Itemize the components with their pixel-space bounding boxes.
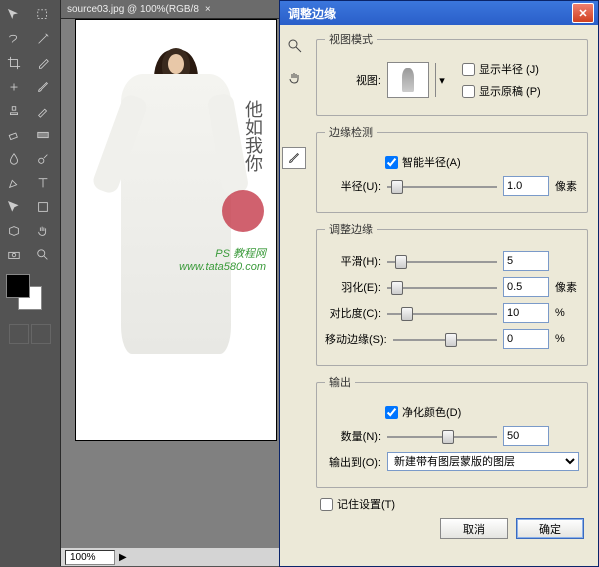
lasso-tool[interactable] — [2, 28, 26, 50]
remember-check[interactable]: 记住设置(T) — [320, 496, 395, 512]
edge-detect-group: 边缘检测 智能半径(A) 半径(U): 像素 — [316, 124, 588, 213]
amount-input[interactable] — [503, 426, 549, 446]
3d-tool[interactable] — [2, 220, 26, 242]
zoom-input[interactable]: 100% — [65, 550, 115, 565]
shift-label: 移动边缘(S): — [325, 331, 387, 347]
zoom-icon[interactable] — [286, 37, 304, 55]
view-mode-group: 视图模式 视图: ▾ 显示半径 (J) 显示原稿 (P) — [316, 31, 588, 116]
contrast-input[interactable] — [503, 303, 549, 323]
radius-input[interactable] — [503, 176, 549, 196]
amount-slider[interactable] — [387, 429, 497, 443]
image-canvas: 他如我你 PS 教程网 www.tata580.com — [75, 19, 277, 441]
show-radius-check[interactable]: 显示半径 (J) — [462, 61, 541, 77]
output-to-select[interactable]: 新建带有图层蒙版的图层 — [387, 452, 579, 471]
output-to-label: 输出到(O): — [325, 454, 381, 470]
feather-input[interactable] — [503, 277, 549, 297]
view-menu-button[interactable]: ▾ — [435, 63, 448, 97]
shift-slider[interactable] — [393, 332, 497, 346]
blur-tool[interactable] — [2, 148, 26, 170]
feather-unit: 像素 — [555, 279, 579, 295]
view-mode-legend: 视图模式 — [325, 31, 377, 47]
tab-title: source03.jpg @ 100%(RGB/8 — [67, 4, 199, 15]
refine-brush-tool[interactable] — [282, 147, 306, 169]
type-tool[interactable] — [31, 172, 55, 194]
view-label: 视图: — [325, 72, 381, 88]
close-icon[interactable]: × — [205, 4, 211, 15]
brush-tool[interactable] — [31, 76, 55, 98]
watermark-stamp — [222, 190, 264, 232]
smooth-label: 平滑(H): — [325, 253, 381, 269]
watermark-text: 他如我你 — [240, 100, 266, 172]
decontaminate-check[interactable]: 净化颜色(D) — [385, 404, 461, 420]
amount-label: 数量(N): — [325, 428, 381, 444]
path-tool[interactable] — [2, 196, 26, 218]
crop-tool[interactable] — [2, 52, 26, 74]
color-swatches[interactable] — [2, 274, 58, 314]
shape-tool[interactable] — [31, 196, 55, 218]
history-brush-tool[interactable] — [31, 100, 55, 122]
radius-slider[interactable] — [387, 179, 497, 193]
camera-tool[interactable] — [2, 244, 26, 266]
quickmask-on[interactable] — [31, 324, 51, 344]
gradient-tool[interactable] — [31, 124, 55, 146]
watermark-url: PS 教程网 www.tata580.com — [179, 248, 266, 274]
stamp-tool[interactable] — [2, 100, 26, 122]
edge-detect-legend: 边缘检测 — [325, 124, 377, 140]
adjust-edge-group: 调整边缘 平滑(H): 羽化(E): 像素 对比度(C): — [316, 221, 588, 366]
cancel-button[interactable]: 取消 — [440, 518, 508, 539]
smooth-input[interactable] — [503, 251, 549, 271]
eyedropper-tool[interactable] — [31, 52, 55, 74]
adjust-legend: 调整边缘 — [325, 221, 377, 237]
pen-tool[interactable] — [2, 172, 26, 194]
wand-tool[interactable] — [31, 28, 55, 50]
show-original-check[interactable]: 显示原稿 (P) — [462, 83, 541, 99]
output-legend: 输出 — [325, 374, 355, 390]
dodge-tool[interactable] — [31, 148, 55, 170]
marquee-tool[interactable] — [31, 4, 55, 26]
feather-label: 羽化(E): — [325, 279, 381, 295]
smooth-slider[interactable] — [387, 254, 497, 268]
view-thumbnail[interactable] — [387, 62, 429, 98]
dialog-close-button[interactable]: ✕ — [572, 3, 594, 23]
quickmask-off[interactable] — [9, 324, 29, 344]
shift-unit: % — [555, 333, 579, 345]
zoom-tool[interactable] — [31, 244, 55, 266]
output-group: 输出 净化颜色(D) 数量(N): 输出到(O): 新建带有图层蒙版的图层 — [316, 374, 588, 488]
ok-button[interactable]: 确定 — [516, 518, 584, 539]
contrast-unit: % — [555, 307, 579, 319]
radius-unit: 像素 — [555, 178, 579, 194]
dialog-title: 调整边缘 — [288, 5, 336, 22]
contrast-slider[interactable] — [387, 306, 497, 320]
contrast-label: 对比度(C): — [325, 305, 381, 321]
hand-tool[interactable] — [31, 220, 55, 242]
hand-icon[interactable] — [286, 69, 304, 87]
feather-slider[interactable] — [387, 280, 497, 294]
radius-label: 半径(U): — [325, 178, 381, 194]
move-tool[interactable] — [2, 4, 26, 26]
heal-tool[interactable] — [2, 76, 26, 98]
fg-color[interactable] — [6, 274, 30, 298]
tools-panel — [0, 0, 61, 566]
refine-edge-dialog: 调整边缘 ✕ 视图模式 视图: ▾ 显示半径 (J) — [279, 0, 599, 567]
dialog-titlebar[interactable]: 调整边缘 ✕ — [280, 1, 598, 25]
smart-radius-check[interactable]: 智能半径(A) — [385, 154, 461, 170]
eraser-tool[interactable] — [2, 124, 26, 146]
shift-input[interactable] — [503, 329, 549, 349]
